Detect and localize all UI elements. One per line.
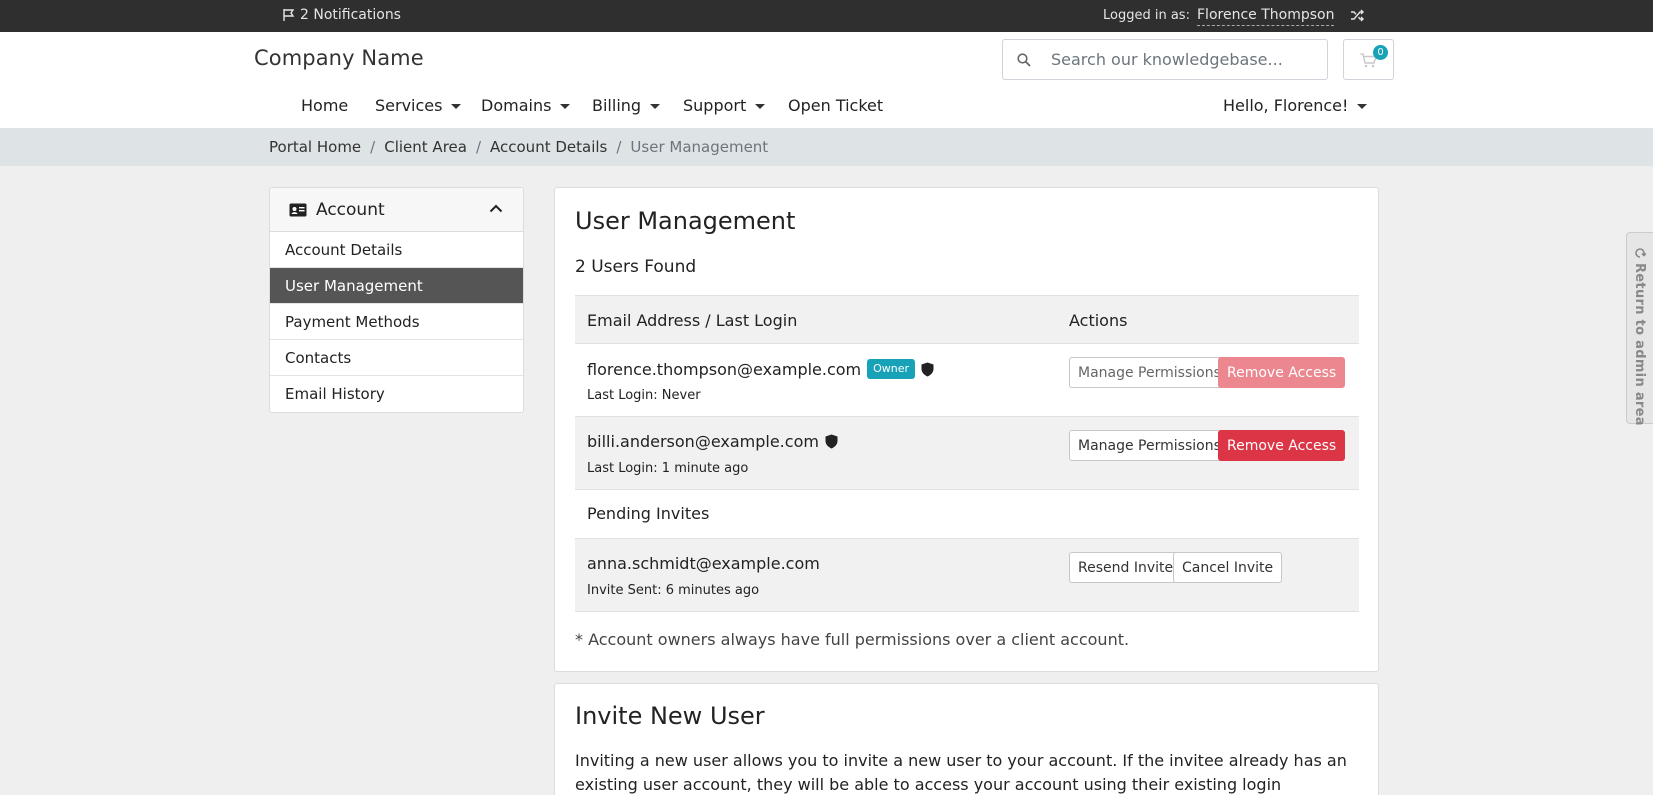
users-table: Email Address / Last Login Actions flore… xyxy=(575,295,1359,612)
shuffle-icon[interactable] xyxy=(1350,9,1365,22)
logged-in-user[interactable]: Florence Thompson xyxy=(1197,6,1335,26)
invite-user-card: Invite New User Inviting a new user allo… xyxy=(554,683,1379,795)
sidebar-item-user-management[interactable]: User Management xyxy=(270,268,523,304)
invite-sent: Invite Sent: 6 minutes ago xyxy=(587,583,760,598)
logged-in-label: Logged in as: xyxy=(1103,8,1190,23)
nav-support-label: Support xyxy=(683,96,747,115)
user-email: billi.anderson@example.com xyxy=(587,432,819,451)
notifications-label: 2 Notifications xyxy=(300,7,401,23)
sidebar-item-account-details[interactable]: Account Details xyxy=(270,232,523,268)
return-to-admin-tab[interactable]: Return to admin area xyxy=(1626,232,1653,426)
nav-billing-label: Billing xyxy=(592,96,642,115)
undo-icon xyxy=(1634,247,1646,259)
cancel-invite-button[interactable]: Cancel Invite xyxy=(1173,552,1283,583)
sidebar-item-email-history[interactable]: Email History xyxy=(270,376,523,412)
table-row: florence.thompson@example.com Owner Last… xyxy=(575,344,1359,417)
invite-description: Inviting a new user allows you to invite… xyxy=(575,751,1347,794)
caret-down-icon xyxy=(560,103,571,109)
breadcrumb: Portal Home / Client Area / Account Deta… xyxy=(269,128,768,166)
manage-permissions-button[interactable]: Manage Permissions xyxy=(1069,357,1230,388)
caret-down-icon xyxy=(1357,103,1368,109)
remove-access-button[interactable]: Remove Access xyxy=(1218,430,1346,461)
shield-icon xyxy=(921,362,934,377)
last-login: Last Login: 1 minute ago xyxy=(587,461,749,476)
caret-down-icon xyxy=(451,103,462,109)
user-email-cell: billi.anderson@example.com xyxy=(587,432,838,451)
manage-permissions-button[interactable]: Manage Permissions xyxy=(1069,430,1230,461)
sidebar-item-contacts[interactable]: Contacts xyxy=(270,340,523,376)
nav-support[interactable]: Support xyxy=(683,84,766,128)
page-title: User Management xyxy=(575,207,796,235)
table-row: billi.anderson@example.com Last Login: 1… xyxy=(575,417,1359,490)
pending-invites-header: Pending Invites xyxy=(575,490,1359,539)
caret-down-icon xyxy=(755,103,766,109)
breadcrumb-separator: / xyxy=(616,138,622,156)
resend-invite-button[interactable]: Resend Invite xyxy=(1069,552,1183,583)
return-to-admin: Return to admin area xyxy=(1632,247,1647,426)
table-header: Email Address / Last Login Actions xyxy=(575,295,1359,344)
breadcrumb-current: User Management xyxy=(630,138,769,156)
user-greeting: Hello, Florence! xyxy=(1223,96,1349,115)
remove-access-button[interactable]: Remove Access xyxy=(1218,357,1346,388)
nav-home[interactable]: Home xyxy=(301,84,348,128)
last-login: Last Login: Never xyxy=(587,388,701,403)
nav-home-label: Home xyxy=(301,96,349,115)
return-to-admin-label: Return to admin area xyxy=(1632,263,1647,426)
breadcrumb-portal-home[interactable]: Portal Home xyxy=(269,138,361,156)
owners-footnote: * Account owners always have full permis… xyxy=(575,630,1130,649)
site-header: Company Name 0 Home Services Domains Bil… xyxy=(0,32,1653,128)
main-nav: Home Services Domains Billing Support Op… xyxy=(0,84,1653,128)
nav-billing[interactable]: Billing xyxy=(592,84,661,128)
user-menu[interactable]: Hello, Florence! xyxy=(1223,84,1368,128)
users-count: 2 Users Found xyxy=(575,257,697,277)
knowledgebase-search[interactable] xyxy=(1002,39,1328,80)
owner-badge: Owner xyxy=(867,359,916,379)
user-email: florence.thompson@example.com xyxy=(587,359,862,379)
invite-email-cell: anna.schmidt@example.com xyxy=(587,554,820,573)
sidebar-header: Account xyxy=(270,188,523,232)
chevron-up-icon[interactable] xyxy=(489,204,503,213)
top-bar: 2 Notifications Logged in as: Florence T… xyxy=(0,0,1653,32)
search-icon xyxy=(1017,53,1031,67)
cart-button[interactable]: 0 xyxy=(1343,39,1394,80)
shield-icon xyxy=(825,434,838,449)
nav-services[interactable]: Services xyxy=(375,84,462,128)
notifications-link[interactable]: 2 Notifications xyxy=(282,7,401,23)
nav-domains-label: Domains xyxy=(481,96,552,115)
account-sidebar: Account Account Details User Management … xyxy=(269,187,524,413)
table-row: anna.schmidt@example.com Invite Sent: 6 … xyxy=(575,539,1359,612)
flag-icon xyxy=(282,8,296,22)
nav-open-ticket[interactable]: Open Ticket xyxy=(788,84,883,128)
brand-logo[interactable]: Company Name xyxy=(254,46,424,70)
search-input[interactable] xyxy=(1051,40,1321,79)
nav-services-label: Services xyxy=(375,96,443,115)
invite-email: anna.schmidt@example.com xyxy=(587,554,820,573)
nav-domains[interactable]: Domains xyxy=(481,84,571,128)
column-actions: Actions xyxy=(1069,311,1128,330)
column-email: Email Address / Last Login xyxy=(587,311,798,330)
invite-title: Invite New User xyxy=(575,702,765,730)
breadcrumb-client-area[interactable]: Client Area xyxy=(384,138,467,156)
breadcrumb-separator: / xyxy=(475,138,482,156)
pending-invites-label: Pending Invites xyxy=(587,504,710,523)
breadcrumb-account-details[interactable]: Account Details xyxy=(490,138,607,156)
nav-open-ticket-label: Open Ticket xyxy=(788,96,884,115)
breadcrumb-separator: / xyxy=(370,138,376,156)
user-email-cell: florence.thompson@example.com Owner xyxy=(587,359,934,379)
breadcrumb-bar: Portal Home / Client Area / Account Deta… xyxy=(0,128,1653,166)
caret-down-icon xyxy=(650,103,661,109)
sidebar-item-payment-methods[interactable]: Payment Methods xyxy=(270,304,523,340)
cart-count-badge: 0 xyxy=(1373,45,1388,60)
user-management-card: User Management 2 Users Found Email Addr… xyxy=(554,187,1379,672)
sidebar-title: Account xyxy=(316,199,385,220)
id-card-icon xyxy=(289,203,307,217)
